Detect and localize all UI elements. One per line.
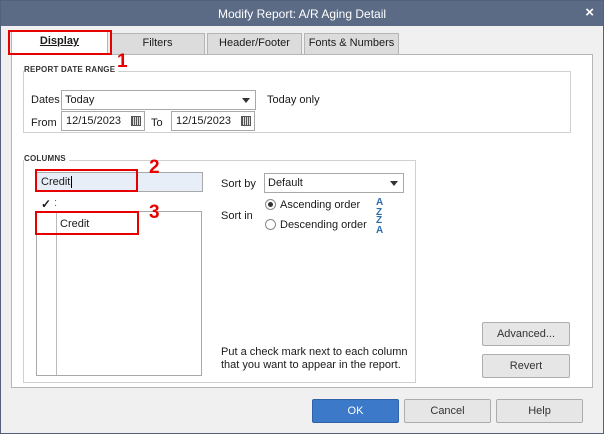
modify-report-dialog: Modify Report: A/R Aging Detail × Displa… (0, 0, 604, 434)
report-date-range-label: REPORT DATE RANGE (24, 65, 119, 74)
ascending-label[interactable]: Ascending order (280, 199, 360, 211)
annotation-box-3 (35, 211, 139, 235)
tab-header-footer[interactable]: Header/Footer (207, 33, 302, 54)
cancel-button[interactable]: Cancel (404, 399, 491, 423)
dialog-title: Modify Report: A/R Aging Detail (217, 7, 387, 21)
tab-filters-label: Filters (142, 37, 173, 49)
title-bar: Modify Report: A/R Aging Detail × (1, 1, 603, 26)
annotation-box-2 (35, 169, 138, 192)
to-label: To (151, 117, 163, 129)
tab-fonts-numbers[interactable]: Fonts & Numbers (304, 33, 399, 54)
from-date-field[interactable]: 12/15/2023 (61, 111, 145, 131)
annotation-number-2: 2 (149, 157, 160, 178)
check-column-divider (56, 212, 57, 375)
columns-list[interactable]: Credit (36, 211, 202, 376)
sort-in-label: Sort in (221, 210, 253, 222)
dates-label: Dates (31, 94, 60, 106)
chevron-down-icon (242, 98, 250, 103)
help-button[interactable]: Help (496, 399, 583, 423)
calendar-icon[interactable] (241, 116, 251, 126)
to-date-value: 12/15/2023 (176, 115, 232, 127)
ascending-radio[interactable] (265, 199, 276, 210)
chevron-down-icon (390, 181, 398, 186)
tab-header-footer-label: Header/Footer (219, 37, 290, 49)
dates-dropdown[interactable]: Today (61, 90, 256, 110)
check-column-header: ✓ (41, 197, 52, 211)
columns-group-label: COLUMNS (24, 154, 69, 163)
tab-fonts-numbers-label: Fonts & Numbers (308, 37, 395, 49)
help-text-line1: Put a check mark next to each column (221, 346, 408, 358)
annotation-number-3: 3 (149, 202, 160, 223)
descending-label[interactable]: Descending order (280, 219, 367, 231)
from-date-value: 12/15/2023 (66, 115, 122, 127)
calendar-icon[interactable] (131, 116, 141, 126)
from-label: From (31, 117, 57, 129)
dates-value: Today (65, 94, 95, 106)
dates-description: Today only (267, 94, 320, 106)
annotation-box-1 (8, 30, 112, 55)
ok-button[interactable]: OK (312, 399, 399, 423)
advanced-button[interactable]: Advanced... (482, 322, 570, 346)
revert-button[interactable]: Revert (482, 354, 570, 378)
columns-help-text: Put a check mark next to each column tha… (221, 346, 407, 372)
sort-by-label: Sort by (221, 178, 256, 190)
background-report-strip (0, 434, 604, 442)
annotation-number-1: 1 (117, 51, 128, 72)
to-date-field[interactable]: 12/15/2023 (171, 111, 255, 131)
sort-by-dropdown[interactable]: Default (264, 173, 404, 193)
close-icon[interactable]: × (585, 4, 594, 21)
sort-by-value: Default (268, 177, 303, 189)
sort-descending-icon: ZA (376, 215, 384, 236)
descending-radio[interactable] (265, 219, 276, 230)
help-text-line2: that you want to appear in the report. (221, 359, 401, 371)
header-dots: : (54, 197, 58, 209)
